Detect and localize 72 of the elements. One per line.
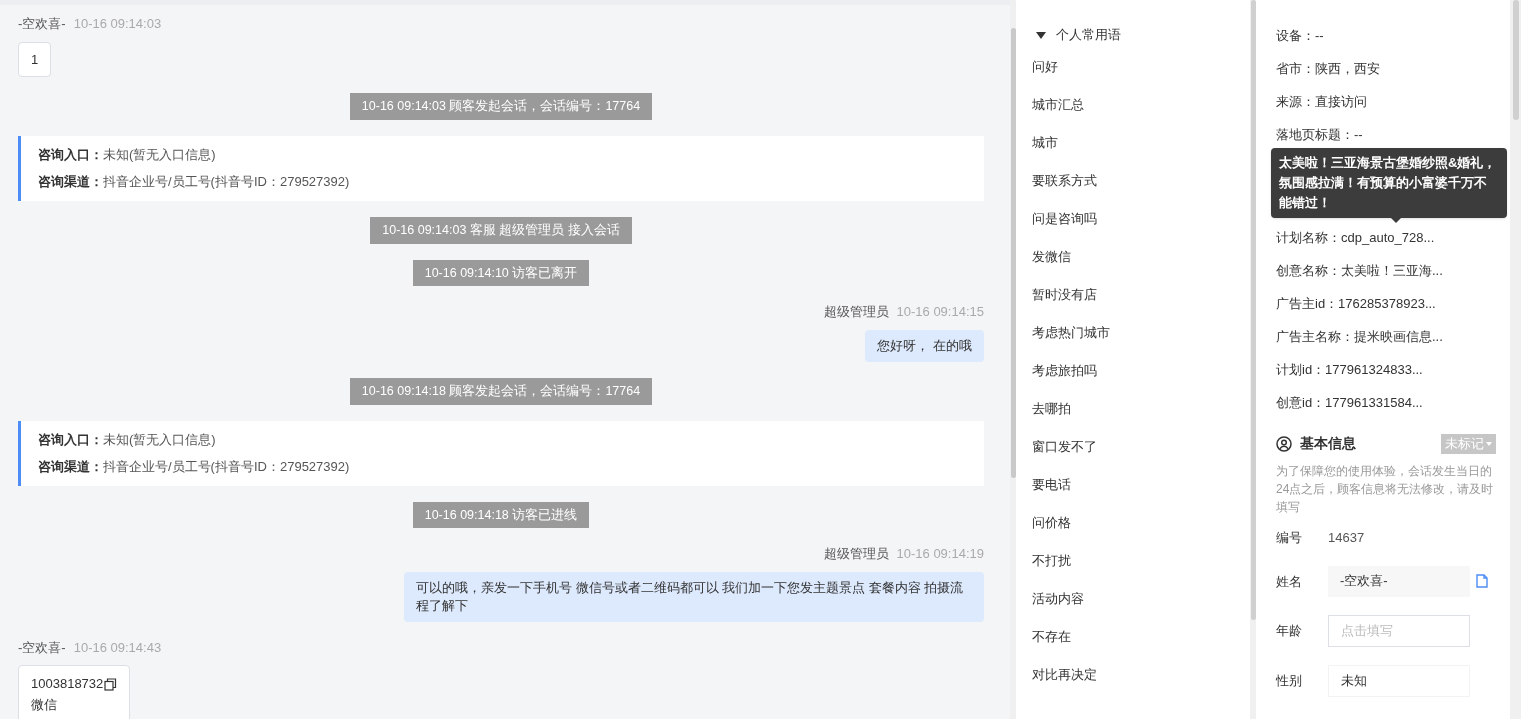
info-value: 抖音企业号/员工号(抖音号ID：279527392): [103, 173, 350, 192]
sender-name: -空欢喜-: [18, 638, 66, 657]
contact-type: 微信: [31, 695, 58, 714]
scrollbar-thumb[interactable]: [1250, 0, 1256, 620]
info-label: 咨询入口：: [38, 430, 103, 449]
info-label: 咨询渠道：: [38, 458, 103, 476]
scrollbar-thumb[interactable]: [1512, 0, 1519, 120]
phrase-item[interactable]: 城市: [1032, 124, 1250, 162]
field-label: 年龄: [1276, 622, 1303, 640]
message-bubble: 1: [18, 41, 52, 77]
sender-name: -空欢喜-: [18, 15, 66, 33]
field-label: 编号: [1276, 529, 1303, 548]
system-notice: 10-16 09:14:18 顾客发起会话，会话编号：17764: [349, 377, 653, 405]
phrase-item[interactable]: 考虑热门城市: [1032, 314, 1250, 352]
source-info-row-text: 创意id：177961331584...: [1276, 394, 1424, 412]
field-label: 性别: [1276, 672, 1303, 690]
phrase-item[interactable]: 问是咨询吗: [1032, 200, 1250, 238]
source-info-row-text: 来源：直接访问: [1276, 93, 1368, 111]
name-field[interactable]: -空欢喜-: [1328, 565, 1470, 597]
system-notice: 10-16 09:14:10 访客已离开: [412, 259, 590, 287]
phrase-item[interactable]: 活动内容: [1032, 580, 1250, 618]
source-info-row-text: 计划名称：cdp_auto_728...: [1276, 229, 1436, 247]
message-bubble: 可以的哦，亲发一下手机号 微信号或者二维码都可以 我们加一下您发主题景点 套餐内容 拍摄流程了解下: [404, 571, 984, 622]
phrase-group-header[interactable]: 个人常用语: [1032, 25, 1250, 45]
source-info-row-text: 设备：--: [1276, 27, 1325, 45]
message-bubble: 您好呀， 在的哦: [865, 329, 984, 362]
caret-icon: [1486, 442, 1492, 447]
phrase-item[interactable]: 要电话: [1032, 466, 1250, 504]
phrase-item[interactable]: 对比再决定: [1032, 656, 1250, 694]
scrollbar-thumb[interactable]: [1010, 28, 1016, 478]
phrase-item[interactable]: 暂时没有店: [1032, 276, 1250, 314]
source-info-row-text: 省市：陕西，西安: [1276, 60, 1381, 78]
phrase-item[interactable]: 要联系方式: [1032, 162, 1250, 200]
phrase-item[interactable]: 窗口发不了: [1032, 428, 1250, 466]
copy-icon[interactable]: [104, 677, 118, 691]
source-info-row-text: 计划id：177961324833...: [1276, 361, 1424, 379]
message-time: 10-16 09:14:43: [73, 638, 162, 657]
age-field[interactable]: 点击填写: [1328, 614, 1470, 647]
info-value: 抖音企业号/员工号(抖音号ID：279527392): [103, 458, 350, 476]
phrase-item[interactable]: 发微信: [1032, 238, 1250, 276]
system-notice: 10-16 09:14:03 顾客发起会话，会话编号：17764: [349, 93, 653, 120]
message-time: 10-16 09:14:19: [896, 545, 984, 564]
system-notice: 10-16 09:14:03 客服 超级管理员 接入会话: [370, 216, 632, 244]
system-notice: 10-16 09:14:18 访客已进线: [412, 501, 590, 529]
field-label: 姓名: [1276, 572, 1303, 591]
phrase-item[interactable]: 不存在: [1032, 618, 1250, 656]
phrase-item[interactable]: 问价格: [1032, 504, 1250, 542]
phrase-item[interactable]: 问好: [1032, 48, 1250, 86]
source-info-row-text: 广告主名称：提米映画信息...: [1276, 328, 1444, 346]
phrase-item[interactable]: 不打扰: [1032, 542, 1250, 580]
sender-name: 超级管理员: [823, 545, 889, 564]
user-icon: [1276, 436, 1292, 453]
info-value: 未知(暂无入口信息): [103, 145, 216, 164]
info-value: 未知(暂无入口信息): [103, 430, 216, 449]
info-label: 咨询入口：: [38, 145, 103, 164]
phrase-item[interactable]: 城市汇总: [1032, 86, 1250, 124]
notice-text: 为了保障您的使用体验，会话发生当日的24点之后，顾客信息将无法修改，请及时填写: [1276, 463, 1495, 517]
field-value: 14637: [1328, 529, 1365, 548]
message-time: 10-16 09:14:03: [73, 15, 162, 33]
tooltip: 太美啦！三亚海景古堡婚纱照&婚礼，氛围感拉满！有预算的小富婆千万不能错过！: [1271, 148, 1507, 218]
sender-name: 超级管理员: [823, 303, 889, 322]
tooltip-arrow-icon: [1391, 218, 1401, 223]
gender-field[interactable]: 未知: [1328, 664, 1470, 697]
source-info-row-text: 落地页标题：--: [1276, 126, 1364, 144]
message-time: 10-16 09:14:15: [896, 303, 984, 322]
source-info-row-text: 创意名称：太美啦！三亚海...: [1276, 262, 1444, 280]
contact-number: 1003818732: [31, 675, 104, 694]
source-info-row-text: 广告主id：176285378923...: [1276, 295, 1437, 313]
phrase-item[interactable]: 去哪拍: [1032, 390, 1250, 428]
phrase-item[interactable]: 考虑旅拍吗: [1032, 352, 1250, 390]
info-label: 咨询渠道：: [38, 173, 103, 192]
section-title: 基本信息: [1300, 435, 1356, 453]
